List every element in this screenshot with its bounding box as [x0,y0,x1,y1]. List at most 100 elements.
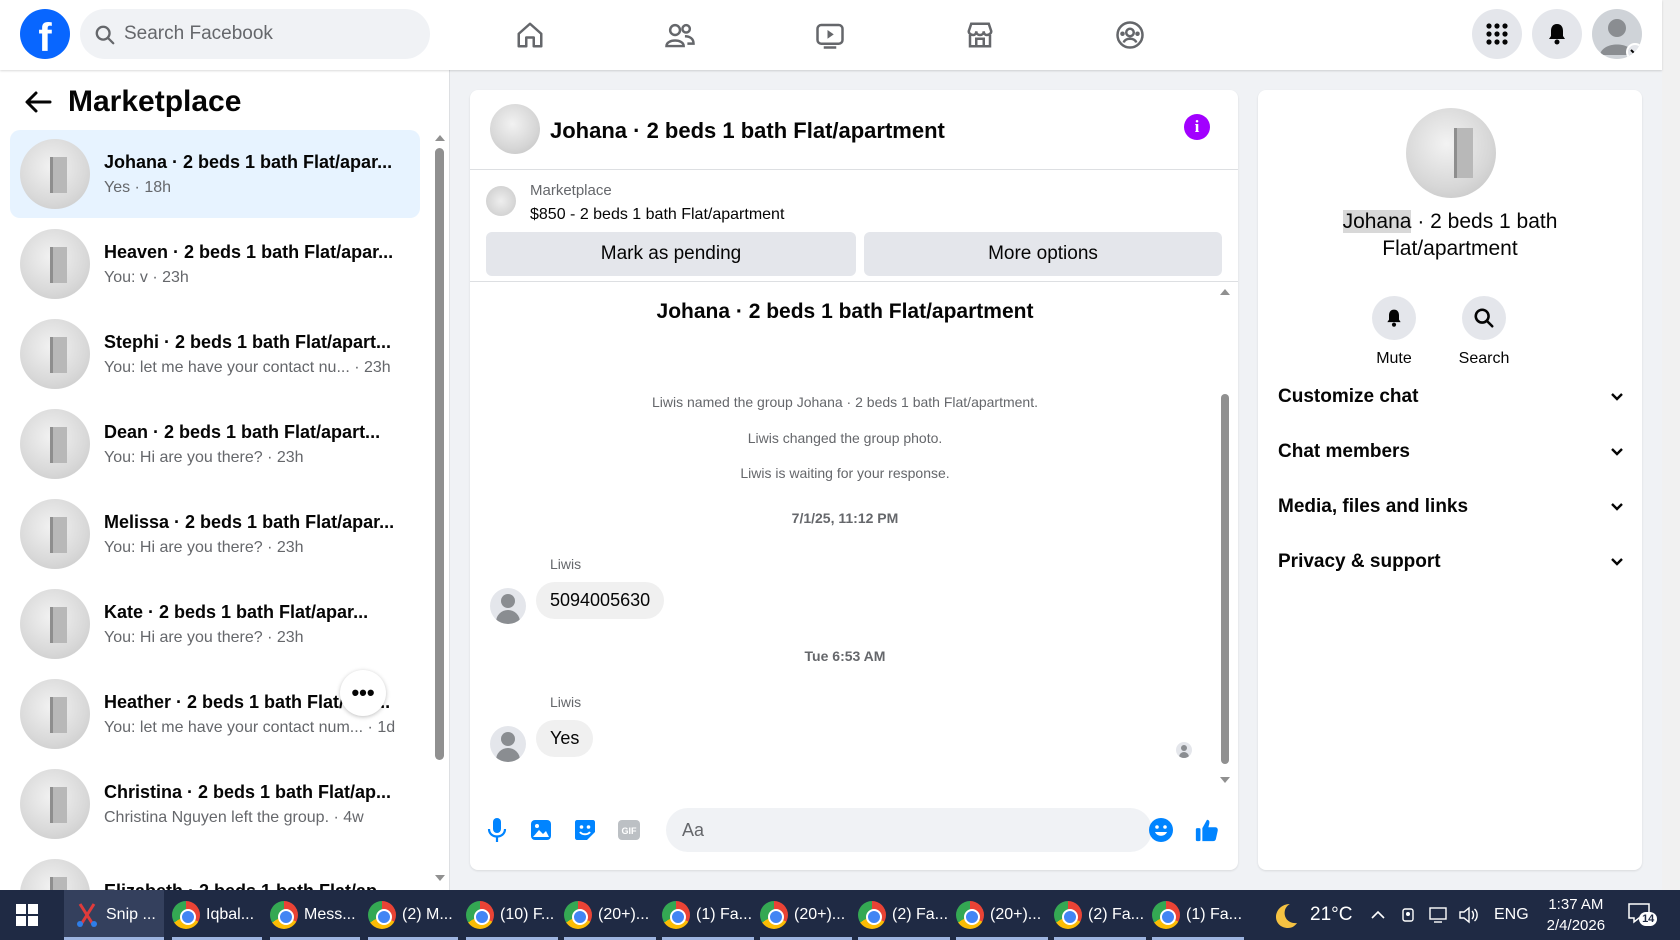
group-photo[interactable] [1406,108,1496,198]
chevron-up-icon[interactable] [1370,907,1386,923]
chat-scrollbar[interactable] [1218,282,1232,790]
groups-icon[interactable] [1075,8,1185,62]
home-icon[interactable] [475,8,585,62]
chevron-down-icon[interactable] [1626,43,1642,59]
taskbar-app-chrome[interactable]: Iqbal... [172,890,262,940]
message-input[interactable] [666,808,1152,852]
section-label: Privacy & support [1278,551,1441,572]
conversation-item[interactable]: Stephi · 2 beds 1 bath Flat/apart... You:… [10,310,420,398]
emoji-icon[interactable] [1148,817,1174,843]
chat-panel: Johana · 2 beds 1 bath Flat/apartment i … [470,90,1238,870]
sender-avatar[interactable] [490,726,526,762]
taskbar-app-chrome[interactable]: (20+)... [760,890,852,940]
page-scrollbar[interactable] [1662,0,1680,890]
search-label: Search [1458,350,1510,367]
snipping-tool-icon [77,903,97,927]
taskbar-app-chrome[interactable]: (20+)... [564,890,656,940]
photo-icon[interactable] [528,817,554,843]
conversation-item[interactable]: Johana · 2 beds 1 bath Flat/apar... Yes ·… [10,130,420,218]
windows-start-icon[interactable] [16,904,38,926]
scroll-down-icon[interactable] [1218,774,1232,786]
marketplace-icon[interactable] [925,8,1035,62]
search-action[interactable]: Search [1444,296,1524,368]
conversation-item[interactable]: Heaven · 2 beds 1 bath Flat/apar... You: … [10,220,420,308]
meet-now-icon[interactable] [1400,906,1418,924]
taskbar-app-chrome[interactable]: (10) F... [466,890,558,940]
language-indicator[interactable]: ENG [1494,906,1529,924]
conversation-item[interactable]: Melissa · 2 beds 1 bath Flat/apar... You:… [10,490,420,578]
taskbar-app-chrome[interactable]: (1) Fa... [1152,890,1244,940]
taskbar-app-chrome[interactable]: (2) Fa... [858,890,950,940]
conversation-item[interactable]: Dean · 2 beds 1 bath Flat/apart... You: H… [10,400,420,488]
gif-icon[interactable]: GIF [616,817,642,843]
back-arrow-icon[interactable] [20,84,56,120]
sender-name: Liwis [550,694,582,710]
scroll-down-icon[interactable] [433,872,447,884]
sticker-icon[interactable] [572,817,598,843]
chat-members-row[interactable]: Chat members [1278,432,1624,472]
chrome-icon [270,901,298,929]
bell-icon[interactable] [1372,296,1416,340]
microphone-icon[interactable] [484,817,510,843]
media-files-links-row[interactable]: Media, files and links [1278,487,1624,527]
taskbar-app-snip[interactable]: Snip ... [64,890,164,940]
conversation-name: Melissa · 2 beds 1 bath Flat/apar... [104,511,395,532]
taskbar-app-chrome[interactable]: (20+)... [956,890,1048,940]
sidebar-header: Marketplace [20,84,241,120]
scroll-up-icon[interactable] [433,132,447,144]
taskbar-label: (10) F... [500,906,555,923]
listing-price[interactable]: $850 - 2 beds 1 bath Flat/apartment [530,206,784,224]
scroll-up-icon[interactable] [1218,286,1232,298]
friends-icon[interactable] [625,8,735,62]
mute-action[interactable]: Mute [1354,296,1434,368]
message-bubble[interactable]: 5094005630 [536,582,665,619]
taskbar-app-chrome[interactable]: (1) Fa... [662,890,754,940]
taskbar-app-chrome[interactable]: (2) Fa... [1054,890,1146,940]
taskbar-label: (1) Fa... [1186,906,1243,923]
chrome-icon [564,901,592,929]
moon-icon [1276,904,1297,928]
chat-details-panel: Johana · 2 beds 1 bath Flat/apartment Mu… [1258,90,1642,870]
conversation-item[interactable]: Christina · 2 beds 1 bath Flat/ap... Chri… [10,760,420,848]
conversation-name: Elizabeth · 2 beds 1 bath Flat/ap... [104,881,404,891]
conversation-preview: You: let me have your contact num... · 1… [104,718,396,736]
clock[interactable]: 1:37 AM 2/4/2026 [1547,894,1605,936]
conversation-item[interactable]: Kate · 2 beds 1 bath Flat/apar... You: Hi… [10,580,420,668]
more-options-button[interactable]: More options [864,232,1222,276]
chat-title[interactable]: Johana · 2 beds 1 bath Flat/apartment [550,118,945,144]
search-icon[interactable] [1462,296,1506,340]
menu-grid-icon[interactable] [1472,9,1522,59]
profile-avatar[interactable] [1592,9,1642,59]
message-timestamp: 7/1/25, 11:12 PM [791,510,899,526]
bell-icon[interactable] [1532,9,1582,59]
conversation-item[interactable]: Elizabeth · 2 beds 1 bath Flat/ap... [10,850,420,890]
customize-chat-row[interactable]: Customize chat [1278,377,1624,417]
notification-center-icon[interactable]: 14 [1627,902,1658,928]
message-composer: GIF [470,790,1238,870]
weather-widget[interactable]: 21°C [1270,890,1352,940]
search-input[interactable] [124,9,414,59]
conversation-options-button[interactable]: ••• [340,670,386,716]
network-icon[interactable] [1428,906,1448,924]
taskbar-app-chrome[interactable]: Mess... [270,890,360,940]
taskbar-app-chrome[interactable]: (2) M... [368,890,458,940]
like-thumb-icon[interactable] [1194,817,1220,843]
chat-avatar[interactable] [490,104,540,154]
group-name-rest: · 2 beds 1 bath [1411,210,1558,233]
listing-thumbnail[interactable] [486,186,516,216]
system-message: Liwis changed the group photo. [747,430,943,446]
message-thread: Johana · 2 beds 1 bath Flat/apartment Li… [470,282,1238,790]
listing-thumbnail [20,319,90,389]
sidebar-scrollbar[interactable] [430,128,446,888]
search-box[interactable] [80,9,430,59]
info-icon[interactable]: i [1184,114,1210,140]
scrollbar-thumb[interactable] [435,148,444,760]
privacy-support-row[interactable]: Privacy & support [1278,542,1624,582]
message-bubble[interactable]: Yes [536,720,594,757]
mark-as-pending-button[interactable]: Mark as pending [486,232,856,276]
facebook-logo[interactable]: f [20,9,70,59]
scrollbar-thumb[interactable] [1221,394,1229,764]
sender-avatar[interactable] [490,588,526,624]
watch-icon[interactable] [775,8,885,62]
volume-icon[interactable] [1458,906,1480,924]
